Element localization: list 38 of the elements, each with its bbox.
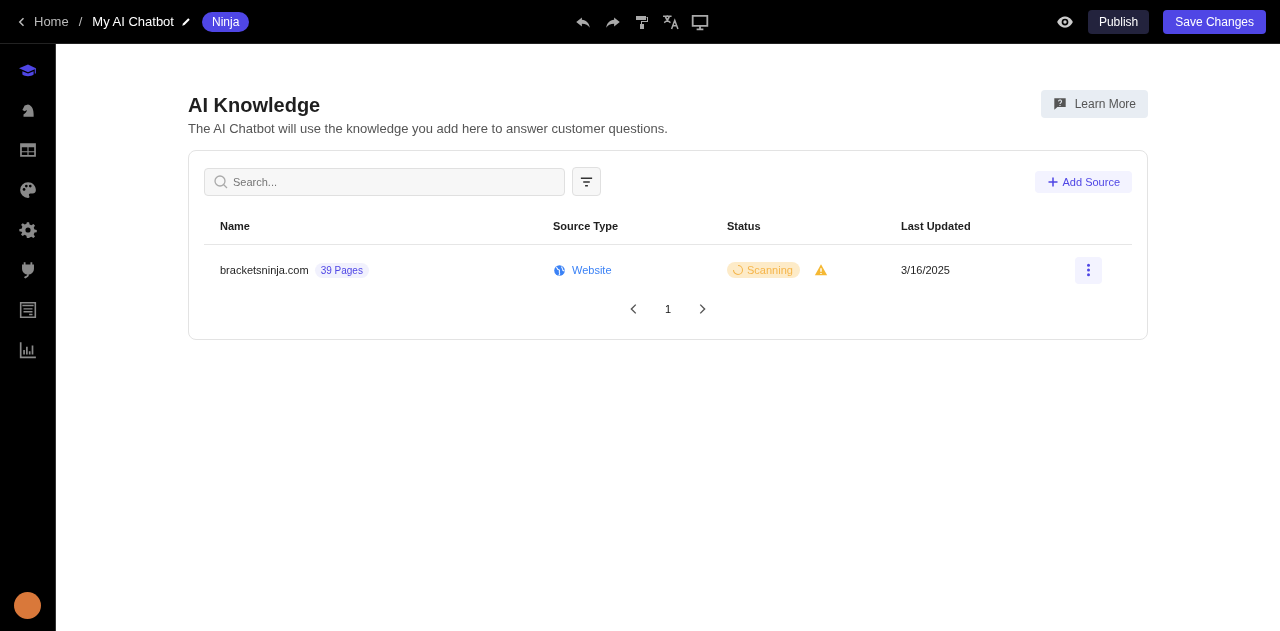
globe-icon [553,263,566,277]
plan-badge: Ninja [201,11,250,32]
column-header: Last Updated [901,220,972,232]
palette-icon[interactable] [18,181,37,199]
monitor-icon[interactable] [690,12,709,31]
status-tag: Scanning [727,262,800,278]
bar-chart-icon[interactable] [18,341,37,359]
publish-button[interactable]: Publish [1087,9,1150,34]
plus-icon [1046,175,1059,188]
search-field[interactable]: Search... [204,167,565,196]
column-header: Source Type [553,220,620,232]
page-count-tag: 39 Pages [314,262,369,278]
back-link[interactable]: Home [16,14,69,29]
save-changes-button[interactable]: Save Changes [1163,9,1266,34]
source-type: Website [572,264,612,276]
page-title: AI Knowledge [188,94,322,117]
pencil-icon[interactable] [179,15,192,28]
page-subtitle: The AI Chatbot will use the knowledge you add here to answer customer questions. [188,121,668,136]
spinner-icon [732,264,744,276]
help-icon [1052,97,1067,111]
settings-icon[interactable] [18,221,37,239]
learn-more-button[interactable]: Learn More [1040,90,1148,118]
warning-icon [813,263,828,277]
source-name: bracketsninja.com [220,264,309,276]
list-icon[interactable] [18,301,37,319]
last-updated: 3/16/2025 [901,264,951,276]
breadcrumb-separator: / [78,14,83,29]
column-header: Status [727,220,762,232]
paint-roller-icon[interactable] [633,13,650,30]
add-source-button[interactable]: Add Source [1034,170,1132,193]
avatar[interactable] [14,592,41,619]
column-header: Name [220,220,251,232]
chatbot-title: My AI Chatbot [92,14,174,29]
translate-icon[interactable] [661,13,679,30]
grid-icon[interactable] [18,141,37,159]
more-options-button[interactable] [1075,256,1102,284]
page-number[interactable]: 1 [656,301,680,317]
filter-button[interactable] [572,167,601,196]
